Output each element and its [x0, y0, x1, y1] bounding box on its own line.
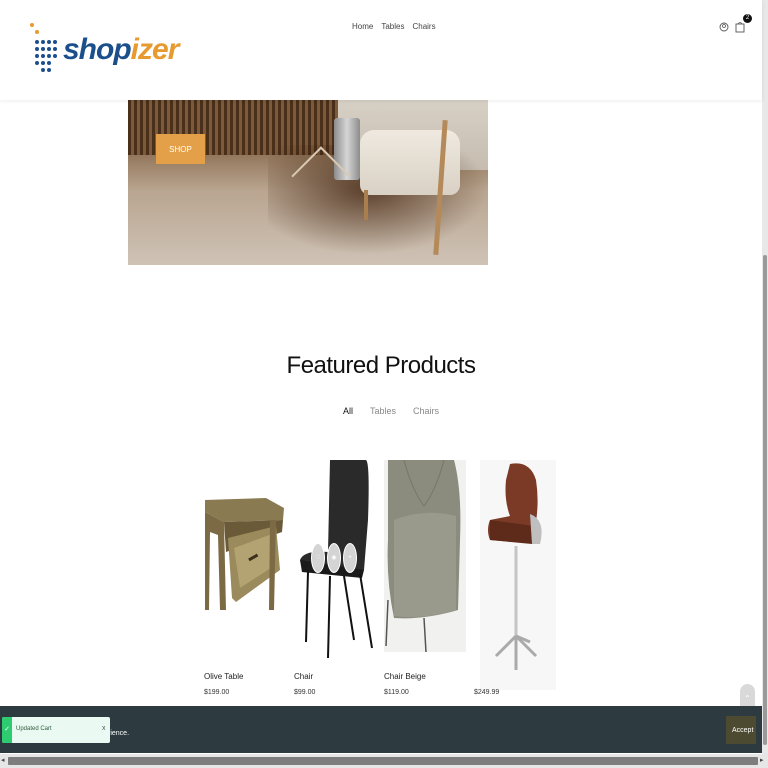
- scroll-right-icon[interactable]: ▸: [760, 756, 764, 764]
- product-image[interactable]: $249.99: [474, 460, 556, 696]
- product-price: $249.99: [474, 689, 500, 696]
- hero-armchair-leg: [364, 190, 368, 220]
- product-filter-tabs: All Tables Chairs: [343, 406, 439, 416]
- cookie-consent-bar: rience.: [0, 706, 762, 753]
- check-icon: ✓: [2, 717, 12, 743]
- logo-text-shop: shop: [63, 33, 132, 66]
- product-card[interactable]: Olive Table $199.00: [204, 460, 286, 696]
- shopizer-logo[interactable]: shopizer: [29, 22, 179, 80]
- user-icon[interactable]: [719, 20, 729, 32]
- product-price: $199.00: [204, 689, 230, 696]
- tab-chairs[interactable]: Chairs: [413, 406, 439, 416]
- logo-dots-icon: [30, 23, 57, 72]
- product-price: $119.00: [384, 689, 409, 696]
- header-icons: 2: [719, 14, 752, 33]
- close-icon[interactable]: x: [102, 725, 106, 732]
- product-card[interactable]: ♡ ◉ + Chair $99.00: [294, 460, 376, 696]
- product-name[interactable]: Olive Table: [204, 672, 243, 681]
- hero-banner: SHOP: [128, 100, 488, 265]
- product-name[interactable]: Chair: [294, 672, 313, 681]
- site-header: shopizer Home Tables Chairs 2: [0, 0, 762, 100]
- product-action-buttons: ♡ ◉ +: [311, 543, 357, 573]
- shop-button[interactable]: SHOP: [156, 134, 205, 164]
- vertical-scrollbar[interactable]: [762, 0, 768, 754]
- cart-count-badge: 2: [743, 14, 752, 23]
- logo-text-izer: izer: [130, 33, 180, 66]
- tab-all[interactable]: All: [343, 406, 353, 416]
- main-nav: Home Tables Chairs: [352, 22, 436, 31]
- horizontal-scrollbar-thumb[interactable]: [8, 757, 758, 765]
- wishlist-icon[interactable]: ♡: [311, 543, 325, 573]
- product-card[interactable]: Chair Beige $119.00: [384, 459, 466, 696]
- beige-chair-image: [384, 459, 466, 653]
- product-image[interactable]: ♡ ◉ + Chair $99.00: [294, 460, 376, 696]
- leather-chair-image: [480, 460, 556, 690]
- toast-message: Updated Cart: [16, 726, 52, 732]
- accept-cookies-button[interactable]: Accept: [726, 716, 756, 744]
- olive-table-image: [205, 498, 284, 610]
- tab-tables[interactable]: Tables: [370, 406, 396, 416]
- product-price: $99.00: [294, 689, 316, 696]
- nav-home[interactable]: Home: [352, 22, 373, 31]
- product-image[interactable]: Chair Beige $119.00: [384, 459, 466, 696]
- horizontal-scrollbar[interactable]: ◂ ▸: [0, 754, 768, 768]
- featured-products-title: Featured Products: [286, 352, 476, 379]
- toast-notification: ✓ Updated Cart x: [2, 717, 110, 743]
- nav-tables[interactable]: Tables: [381, 22, 404, 31]
- cookie-text: rience.: [108, 730, 130, 737]
- add-to-cart-icon[interactable]: +: [343, 543, 357, 573]
- logo-text: shopizer: [63, 33, 180, 67]
- chevron-up-icon: ⌃: [744, 694, 751, 703]
- product-name[interactable]: Chair Beige: [384, 672, 426, 681]
- product-image[interactable]: Olive Table $199.00: [204, 460, 286, 696]
- scroll-left-icon[interactable]: ◂: [1, 756, 5, 764]
- cart-icon[interactable]: 2: [735, 14, 752, 33]
- product-card[interactable]: $249.99: [474, 460, 556, 696]
- vertical-scrollbar-thumb[interactable]: [763, 255, 767, 745]
- nav-chairs[interactable]: Chairs: [412, 22, 435, 31]
- quick-view-icon[interactable]: ◉: [327, 543, 341, 573]
